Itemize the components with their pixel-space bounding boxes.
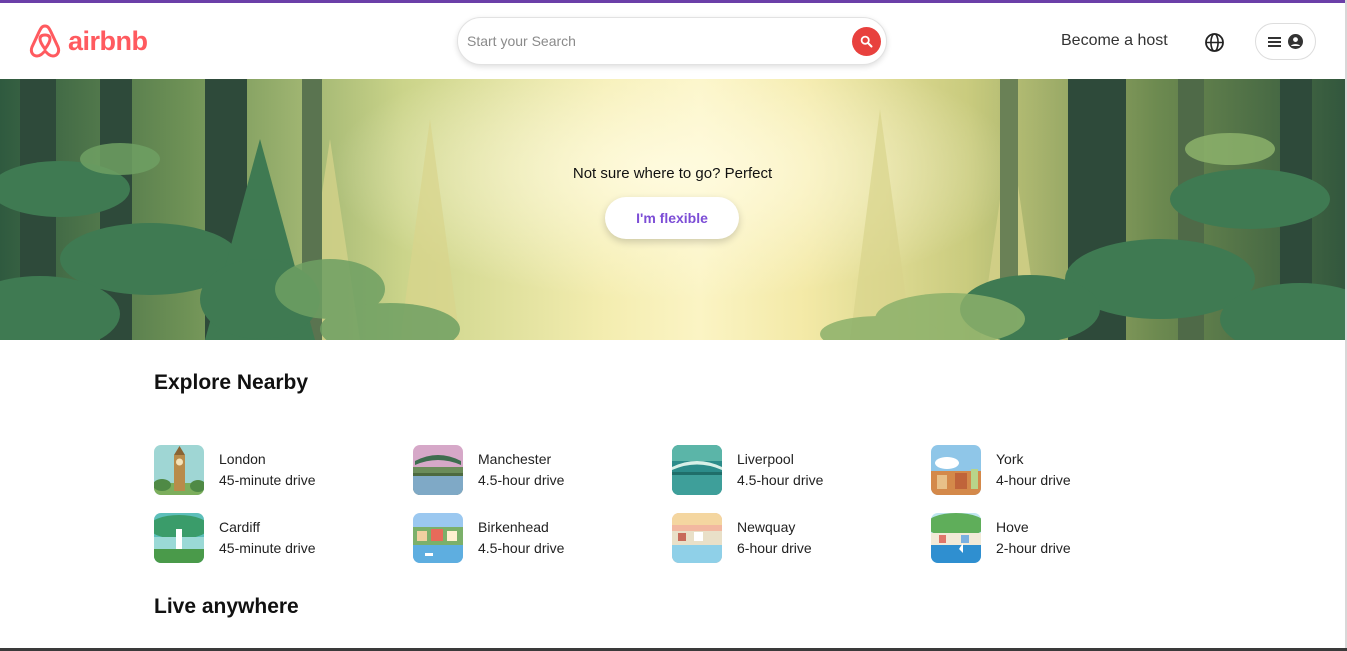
globe-icon[interactable] — [1204, 32, 1225, 53]
brand-name: airbnb — [68, 25, 148, 56]
york-thumbnail — [931, 445, 981, 495]
nearby-card-cardiff[interactable]: Cardiff 45-minute drive — [154, 512, 394, 564]
nearby-card-hove[interactable]: Hove 2-hour drive — [931, 512, 1171, 564]
card-city-name: Liverpool — [737, 451, 794, 467]
search-icon — [860, 35, 873, 48]
card-distance: 4.5-hour drive — [478, 540, 565, 556]
nearby-card-newquay[interactable]: Newquay 6-hour drive — [672, 512, 912, 564]
card-distance: 4-hour drive — [996, 472, 1071, 488]
card-distance: 4.5-hour drive — [737, 472, 824, 488]
airbnb-logo[interactable]: airbnb — [28, 23, 148, 59]
card-city-name: Manchester — [478, 451, 552, 467]
card-city-name: London — [219, 451, 266, 467]
im-flexible-button[interactable]: I'm flexible — [605, 197, 739, 239]
nearby-card-york[interactable]: York 4-hour drive — [931, 444, 1171, 496]
card-city-name: Newquay — [737, 519, 796, 535]
become-host-link[interactable]: Become a host — [1061, 32, 1168, 50]
explore-nearby-heading: Explore Nearby — [154, 371, 309, 394]
hero-banner: Not sure where to go? Perfect I'm flexib… — [0, 79, 1345, 340]
manchester-thumbnail — [413, 445, 463, 495]
card-city-name: Birkenhead — [478, 519, 549, 535]
nearby-card-birkenhead[interactable]: Birkenhead 4.5-hour drive — [413, 512, 653, 564]
cardiff-thumbnail — [154, 513, 204, 563]
card-city-name: Hove — [996, 519, 1029, 535]
nearby-card-manchester[interactable]: Manchester 4.5-hour drive — [413, 444, 653, 496]
live-anywhere-heading: Live anywhere — [154, 595, 299, 618]
birkenhead-thumbnail — [413, 513, 463, 563]
card-distance: 2-hour drive — [996, 540, 1071, 556]
card-distance: 45-minute drive — [219, 472, 316, 488]
hove-thumbnail — [931, 513, 981, 563]
card-distance: 6-hour drive — [737, 540, 812, 556]
hero-tagline: Not sure where to go? Perfect — [572, 165, 773, 182]
newquay-thumbnail — [672, 513, 722, 563]
card-distance: 45-minute drive — [219, 540, 316, 556]
card-city-name: York — [996, 451, 1024, 467]
card-distance: 4.5-hour drive — [478, 472, 565, 488]
search-input[interactable] — [467, 26, 837, 56]
airbnb-logo-icon — [29, 24, 61, 58]
nearby-card-london[interactable]: London 45-minute drive — [154, 444, 394, 496]
liverpool-thumbnail — [672, 445, 722, 495]
user-menu-button[interactable] — [1255, 23, 1316, 60]
london-thumbnail — [154, 445, 204, 495]
user-avatar-icon — [1288, 34, 1303, 49]
search-bar — [457, 17, 887, 65]
hamburger-menu-icon — [1268, 36, 1281, 47]
site-header: airbnb Become a host — [0, 3, 1347, 79]
search-button[interactable] — [852, 27, 881, 56]
nearby-card-liverpool[interactable]: Liverpool 4.5-hour drive — [672, 444, 912, 496]
card-city-name: Cardiff — [219, 519, 260, 535]
